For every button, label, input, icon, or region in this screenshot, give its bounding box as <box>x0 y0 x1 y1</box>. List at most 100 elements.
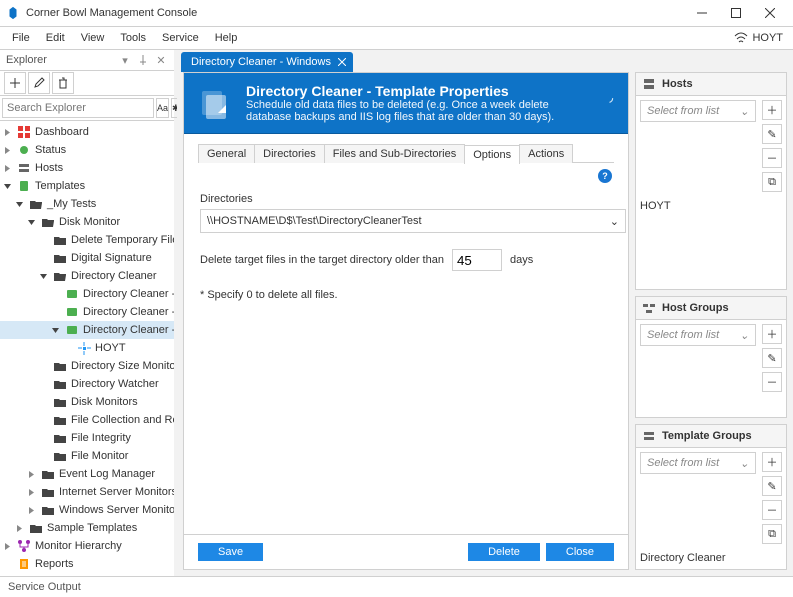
property-tab[interactable]: Actions <box>519 144 573 163</box>
tree-twisty-icon[interactable] <box>38 253 49 264</box>
tree-twisty-icon[interactable] <box>2 541 13 552</box>
tree-node[interactable]: File Integrity <box>0 429 174 447</box>
document-tab[interactable]: Directory Cleaner - Windows <box>181 52 353 72</box>
tree-node[interactable]: Hosts <box>0 159 174 177</box>
menu-edit[interactable]: Edit <box>38 30 73 46</box>
tree-twisty-icon[interactable] <box>14 199 25 210</box>
menu-service[interactable]: Service <box>154 30 207 46</box>
tree-node[interactable]: Dashboard <box>0 123 174 141</box>
tree-node[interactable]: Directory Cleaner - Windows <box>0 321 174 339</box>
pane-close-icon[interactable]: ✕ <box>154 53 168 67</box>
hosts-remove-button[interactable]: － <box>762 148 782 168</box>
tree-twisty-icon[interactable] <box>2 181 13 192</box>
match-case-button[interactable]: Aa <box>156 98 169 118</box>
tree-twisty-icon[interactable] <box>50 289 61 300</box>
edit-button[interactable] <box>28 72 50 94</box>
hosts-edit-button[interactable]: ✎ <box>762 124 782 144</box>
hostgroups-remove-button[interactable]: － <box>762 372 782 392</box>
age-days-input[interactable] <box>452 249 502 271</box>
tree-twisty-icon[interactable] <box>2 559 13 570</box>
tree-node[interactable]: Reports <box>0 555 174 573</box>
tree-twisty-icon[interactable] <box>38 271 49 282</box>
pane-pin-icon[interactable] <box>136 53 150 67</box>
property-tab[interactable]: Directories <box>254 144 325 163</box>
tree-node[interactable]: Windows Server Monitors <box>0 501 174 519</box>
tree-node-icon <box>65 305 79 319</box>
close-button[interactable]: Close <box>546 543 614 561</box>
tree-node-icon <box>53 359 67 373</box>
tree-twisty-icon[interactable] <box>26 487 37 498</box>
hostgroups-select[interactable]: Select from list⌄ <box>640 324 756 346</box>
menu-tools[interactable]: Tools <box>112 30 154 46</box>
hosts-copy-button[interactable]: ⧉ <box>762 172 782 192</box>
tplgroups-remove-button[interactable]: － <box>762 500 782 520</box>
tree-twisty-icon[interactable] <box>38 397 49 408</box>
tree-twisty-icon[interactable] <box>14 523 25 534</box>
tplgroup-item[interactable]: Directory Cleaner <box>640 552 782 564</box>
directories-dropdown[interactable]: \\HOSTNAME\D$\Test\DirectoryCleanerTest … <box>200 209 626 233</box>
maximize-button[interactable] <box>719 0 753 26</box>
tree-node[interactable]: Digital Signature <box>0 249 174 267</box>
tree-twisty-icon[interactable] <box>38 361 49 372</box>
tree-twisty-icon[interactable] <box>38 379 49 390</box>
minimize-button[interactable] <box>685 0 719 26</box>
tree-node[interactable]: Disk Monitor <box>0 213 174 231</box>
tree-twisty-icon[interactable] <box>38 451 49 462</box>
tree-node[interactable]: Internet Server Monitors <box>0 483 174 501</box>
tree-node[interactable]: Sample Templates <box>0 519 174 537</box>
tree-node[interactable]: Monitor Hierarchy <box>0 537 174 555</box>
tree-node[interactable]: Directory Cleaner - FTP/S <box>0 285 174 303</box>
tree-node[interactable]: Directory Cleaner - SFTP <box>0 303 174 321</box>
property-tab[interactable]: General <box>198 144 255 163</box>
help-icon[interactable]: ? <box>598 169 612 183</box>
tree-node[interactable]: Directory Watcher <box>0 375 174 393</box>
tree-node[interactable]: Directory Size Monitor <box>0 357 174 375</box>
tree-node[interactable]: Event Log Manager <box>0 465 174 483</box>
delete-button[interactable]: Delete <box>468 543 540 561</box>
hostgroups-add-button[interactable]: ＋ <box>762 324 782 344</box>
tree-node[interactable]: Delete Temporary Files <box>0 231 174 249</box>
tree-twisty-icon[interactable] <box>26 217 37 228</box>
hosts-select[interactable]: Select from list⌄ <box>640 100 756 122</box>
tree-twisty-icon[interactable] <box>2 163 13 174</box>
hostgroups-edit-button[interactable]: ✎ <box>762 348 782 368</box>
tree-twisty-icon[interactable] <box>2 145 13 156</box>
tree-node[interactable]: Directory Cleaner <box>0 267 174 285</box>
tree-twisty-icon[interactable] <box>26 469 37 480</box>
tree-twisty-icon[interactable] <box>38 235 49 246</box>
host-item[interactable]: HOYT <box>640 200 782 212</box>
menu-help[interactable]: Help <box>207 30 246 46</box>
tree-twisty-icon[interactable] <box>26 505 37 516</box>
close-window-button[interactable] <box>753 0 787 26</box>
document-tab-close-icon[interactable] <box>337 57 347 67</box>
tree-twisty-icon[interactable] <box>50 325 61 336</box>
tree-twisty-icon[interactable] <box>38 433 49 444</box>
delete-tree-button[interactable] <box>52 72 74 94</box>
tree-node[interactable]: File Monitor <box>0 447 174 465</box>
hosts-add-button[interactable]: ＋ <box>762 100 782 120</box>
tplgroups-select[interactable]: Select from list⌄ <box>640 452 756 474</box>
menu-view[interactable]: View <box>73 30 113 46</box>
tplgroups-edit-button[interactable]: ✎ <box>762 476 782 496</box>
tplgroups-add-button[interactable]: ＋ <box>762 452 782 472</box>
tree-node[interactable]: HOYT <box>0 339 174 357</box>
tree-node[interactable]: File Collection and Retention <box>0 411 174 429</box>
tree-twisty-icon[interactable] <box>50 307 61 318</box>
tree-node-icon <box>53 431 67 445</box>
add-button[interactable] <box>4 72 26 94</box>
tplgroups-copy-button[interactable]: ⧉ <box>762 524 782 544</box>
menu-file[interactable]: File <box>4 30 38 46</box>
pane-dropdown-icon[interactable]: ▾ <box>118 53 132 67</box>
explorer-tree[interactable]: DashboardStatusHostsTemplates_My TestsDi… <box>0 121 174 576</box>
tree-node[interactable]: Disk Monitors <box>0 393 174 411</box>
property-tab[interactable]: Files and Sub-Directories <box>324 144 466 163</box>
tree-twisty-icon[interactable] <box>38 415 49 426</box>
property-tab[interactable]: Options <box>464 145 520 164</box>
tree-twisty-icon[interactable] <box>62 343 73 354</box>
tree-node[interactable]: Status <box>0 141 174 159</box>
tree-twisty-icon[interactable] <box>2 127 13 138</box>
explorer-search-input[interactable] <box>2 98 154 118</box>
save-button[interactable]: Save <box>198 543 263 561</box>
tree-node[interactable]: _My Tests <box>0 195 174 213</box>
tree-node[interactable]: Templates <box>0 177 174 195</box>
